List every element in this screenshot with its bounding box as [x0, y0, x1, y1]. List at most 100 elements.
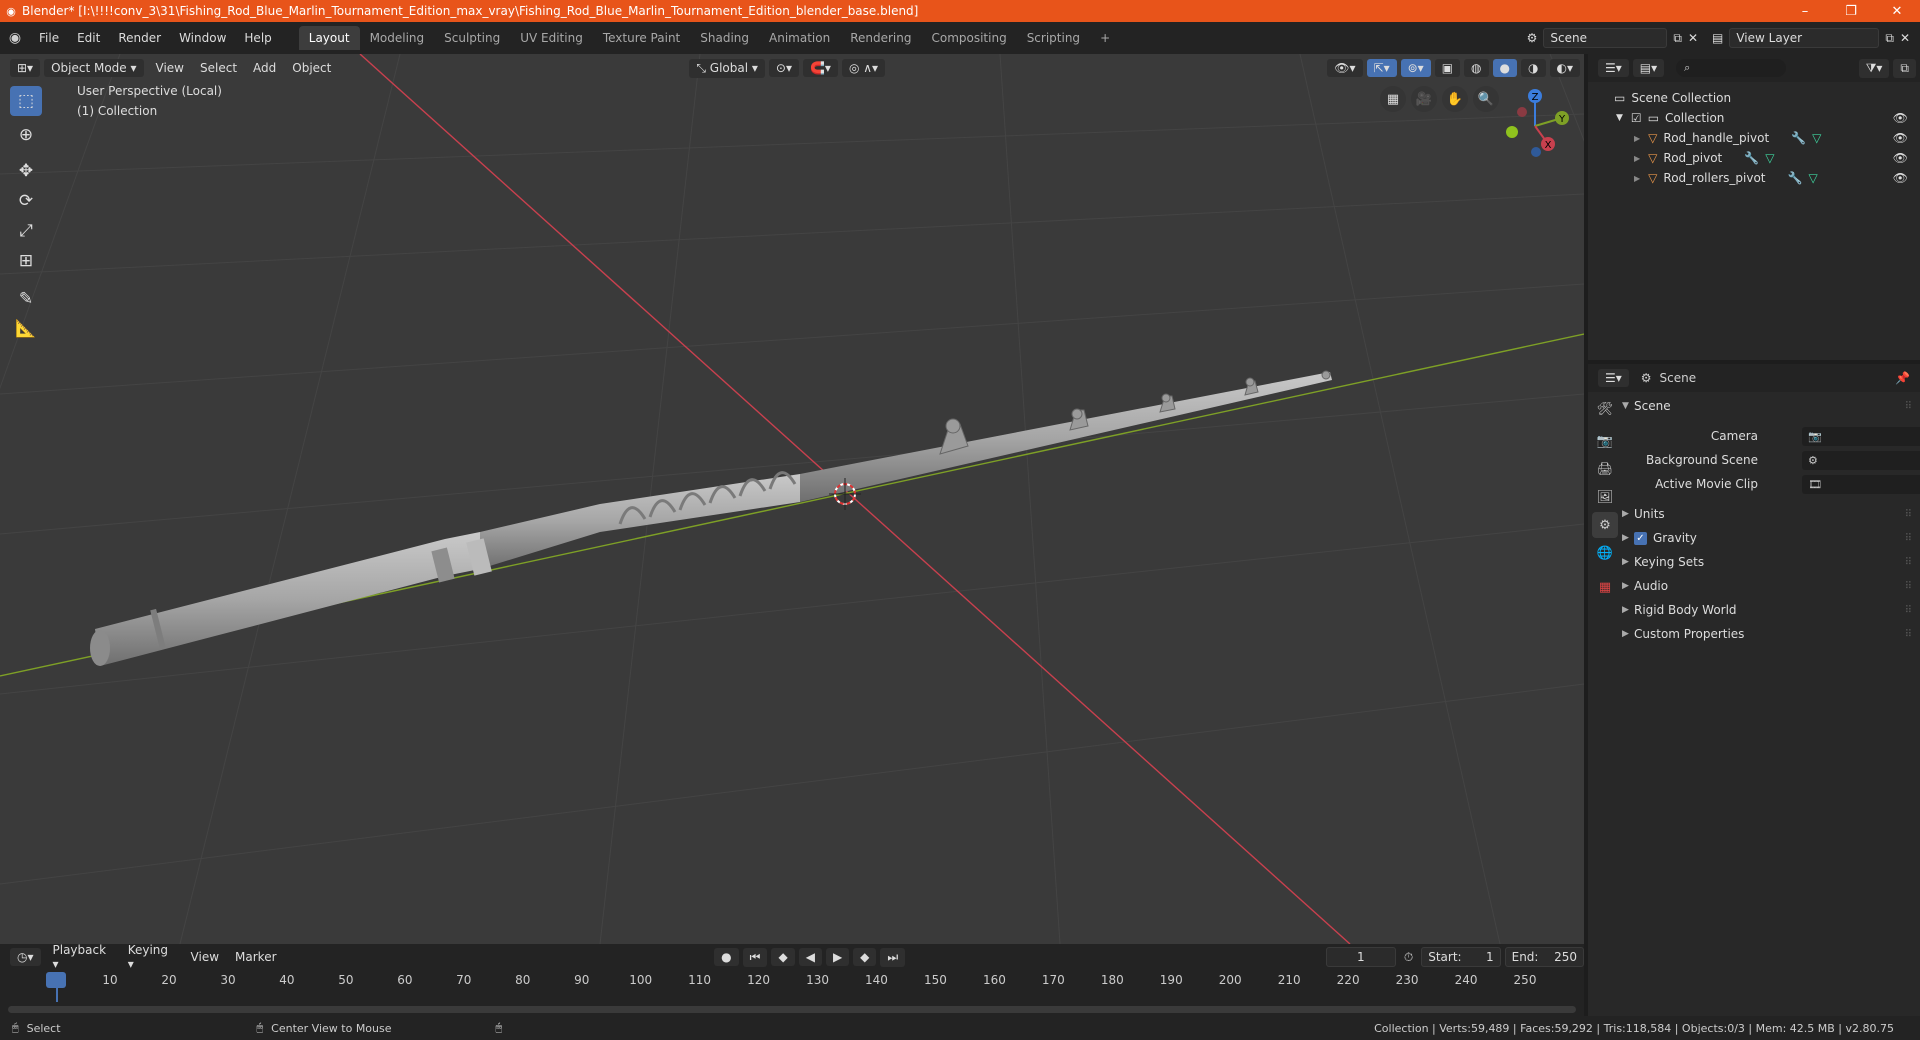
- rendered-shading-button[interactable]: ◐▾: [1549, 59, 1580, 77]
- select-box-tool-icon[interactable]: ⬚: [10, 86, 42, 116]
- rigid-body-world-section[interactable]: ▶ Rigid Body World ⠿: [1620, 598, 1920, 622]
- viewport-menu-object[interactable]: Object: [284, 61, 339, 75]
- drag-handle-icon[interactable]: ⠿: [1905, 557, 1912, 568]
- viewport-menu-select[interactable]: Select: [192, 61, 245, 75]
- scene-tab-icon[interactable]: ⚙: [1592, 512, 1618, 538]
- gravity-section[interactable]: ▶ ✓ Gravity ⠿: [1620, 526, 1920, 550]
- viewport-menu-add[interactable]: Add: [245, 61, 284, 75]
- tab-layout[interactable]: Layout: [298, 26, 360, 50]
- menu-window[interactable]: Window: [170, 31, 235, 45]
- viewport-menu-view[interactable]: View: [148, 61, 192, 75]
- modifier-wrench-icon[interactable]: 🔧: [1744, 151, 1759, 165]
- delete-scene-icon[interactable]: ✕: [1688, 31, 1698, 45]
- expand-arrow-icon[interactable]: ▶: [1634, 134, 1640, 143]
- 3d-viewport[interactable]: ⊞▾ Object Mode ▾ View Select Add Object …: [0, 54, 1584, 944]
- tab-rendering[interactable]: Rendering: [840, 26, 921, 50]
- modifier-wrench-icon[interactable]: 🔧: [1788, 171, 1803, 185]
- pan-hand-icon[interactable]: ✋: [1442, 86, 1468, 112]
- tab-animation[interactable]: Animation: [759, 26, 840, 50]
- tab-scripting[interactable]: Scripting: [1017, 26, 1090, 50]
- tab-texture-paint[interactable]: Texture Paint: [593, 26, 690, 50]
- outliner-editor-type-button[interactable]: ☰▾: [1598, 59, 1629, 77]
- gizmo-toggle-button[interactable]: ⇱▾: [1366, 59, 1397, 77]
- drag-handle-icon[interactable]: ⠿: [1905, 533, 1912, 544]
- proportional-edit-button[interactable]: ◎ ∧▾: [841, 59, 886, 77]
- audio-section[interactable]: ▶ Audio ⠿: [1620, 574, 1920, 598]
- outliner-search-input[interactable]: ⌕: [1676, 59, 1787, 77]
- pin-icon[interactable]: 📌: [1895, 371, 1910, 385]
- snap-toggle-button[interactable]: 🧲▾: [802, 59, 838, 77]
- texture-tab-icon[interactable]: ▦: [1592, 574, 1618, 600]
- view-layer-icon[interactable]: ▤: [1712, 31, 1723, 45]
- filter-icon[interactable]: ⧩▾: [1858, 58, 1890, 78]
- visibility-dropdown[interactable]: 👁▾: [1327, 59, 1363, 77]
- collapse-arrow-icon[interactable]: ▼: [1616, 113, 1623, 123]
- eye-icon[interactable]: 👁: [1893, 171, 1908, 185]
- eye-icon[interactable]: 👁: [1893, 151, 1908, 165]
- view-layer-field[interactable]: View Layer: [1729, 28, 1880, 48]
- camera-field[interactable]: 📷 ✒: [1802, 426, 1920, 446]
- expand-arrow-icon[interactable]: ▶: [1634, 154, 1640, 163]
- annotate-tool-icon[interactable]: ✎: [10, 284, 42, 314]
- menu-help[interactable]: Help: [235, 31, 280, 45]
- background-scene-field[interactable]: ⚙: [1802, 450, 1920, 470]
- world-tab-icon[interactable]: 🌐: [1592, 540, 1618, 566]
- menu-render[interactable]: Render: [109, 31, 170, 45]
- custom-properties-section[interactable]: ▶ Custom Properties ⠿: [1620, 622, 1920, 646]
- units-section[interactable]: ▶ Units ⠿: [1620, 502, 1920, 526]
- new-view-layer-icon[interactable]: ⧉: [1885, 31, 1894, 46]
- display-mode-dropdown[interactable]: ▤▾: [1632, 59, 1665, 77]
- blender-menu-icon[interactable]: ◉: [0, 30, 30, 46]
- move-tool-icon[interactable]: ✥: [10, 156, 42, 186]
- tab-modeling[interactable]: Modeling: [360, 26, 435, 50]
- scene-icon[interactable]: ⚙: [1527, 31, 1538, 45]
- eye-icon[interactable]: 👁: [1893, 131, 1908, 145]
- drag-handle-icon[interactable]: ⠿: [1905, 605, 1912, 616]
- tool-tab-icon[interactable]: 🛠: [1592, 396, 1618, 422]
- maximize-button[interactable]: ❐: [1828, 4, 1874, 19]
- object-mode-dropdown[interactable]: Object Mode ▾: [44, 59, 144, 77]
- transform-orientation-dropdown[interactable]: ⤡ Global ▾: [689, 58, 765, 78]
- rotate-tool-icon[interactable]: ⟳: [10, 186, 42, 216]
- cursor-tool-icon[interactable]: ⊕: [10, 120, 42, 150]
- expand-arrow-icon[interactable]: ▶: [1634, 174, 1640, 183]
- tab-shading[interactable]: Shading: [690, 26, 759, 50]
- measure-tool-icon[interactable]: 📐: [10, 314, 42, 344]
- close-button[interactable]: ✕: [1874, 4, 1920, 19]
- eye-icon[interactable]: 👁: [1893, 111, 1908, 125]
- outliner-object-row[interactable]: ▶ ▽ Rod_handle_pivot 🔧 ▽ 👁: [1588, 128, 1920, 148]
- output-tab-icon[interactable]: 🖨: [1592, 456, 1618, 482]
- wireframe-shading-button[interactable]: ◍: [1464, 59, 1489, 77]
- editor-type-button[interactable]: ⊞▾: [10, 59, 41, 77]
- solid-shading-button[interactable]: ●: [1492, 59, 1518, 77]
- menu-file[interactable]: File: [30, 31, 68, 45]
- toggle-ortho-icon[interactable]: ▦: [1380, 86, 1406, 112]
- keying-sets-section[interactable]: ▶ Keying Sets ⠿: [1620, 550, 1920, 574]
- tab-sculpting[interactable]: Sculpting: [434, 26, 510, 50]
- mesh-data-icon[interactable]: ▽: [1765, 151, 1774, 165]
- gravity-checkbox[interactable]: ✓: [1634, 531, 1647, 545]
- new-scene-icon[interactable]: ⧉: [1673, 31, 1682, 46]
- delete-view-layer-icon[interactable]: ✕: [1900, 31, 1910, 45]
- mesh-data-icon[interactable]: ▽: [1812, 131, 1821, 145]
- timeline-scrollbar[interactable]: [8, 1006, 1576, 1013]
- scale-tool-icon[interactable]: ⤢: [10, 216, 42, 246]
- new-collection-icon[interactable]: ⧉: [1893, 58, 1916, 78]
- collection-checkbox[interactable]: ☑: [1631, 111, 1642, 125]
- properties-editor-type-button[interactable]: ☰▾: [1598, 369, 1629, 387]
- render-tab-icon[interactable]: 📷: [1592, 428, 1618, 454]
- material-shading-button[interactable]: ◑: [1521, 59, 1546, 77]
- navigation-gizmo[interactable]: Z Y X: [1490, 84, 1570, 164]
- camera-view-icon[interactable]: 🎥: [1411, 86, 1437, 112]
- playhead[interactable]: [46, 972, 66, 988]
- outliner-object-row[interactable]: ▶ ▽ Rod_rollers_pivot 🔧 ▽ 👁: [1588, 168, 1920, 188]
- outliner-scene-collection[interactable]: ▭ Scene Collection: [1588, 88, 1920, 108]
- tab-uv-editing[interactable]: UV Editing: [510, 26, 593, 50]
- tab-compositing[interactable]: Compositing: [921, 26, 1016, 50]
- minimize-button[interactable]: –: [1782, 4, 1828, 19]
- drag-handle-icon[interactable]: ⠿: [1905, 581, 1912, 592]
- scene-field[interactable]: Scene: [1543, 28, 1668, 48]
- fishing-rod-model[interactable]: [90, 370, 1332, 666]
- drag-handle-icon[interactable]: ⠿: [1905, 629, 1912, 640]
- outliner-collection[interactable]: ▼ ☑ ▭ Collection 👁: [1588, 108, 1920, 128]
